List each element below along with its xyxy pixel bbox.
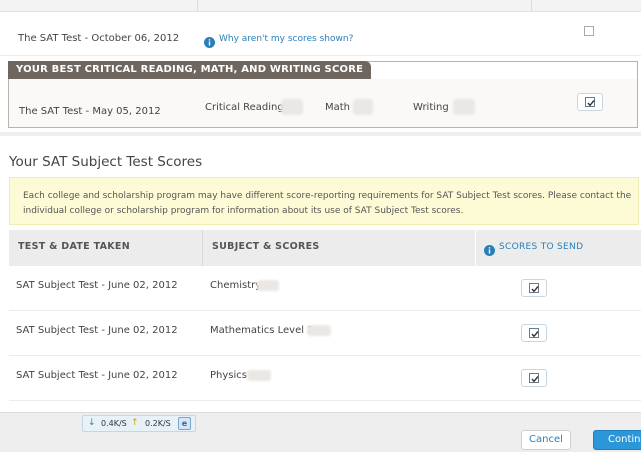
table-row: The SAT Test - October 06, 2012 Why aren… <box>0 12 641 56</box>
subject-score-redacted <box>257 280 279 291</box>
send-score-checkbox[interactable] <box>584 26 594 36</box>
test-name: SAT Subject Test - June 02, 2012 <box>16 325 178 336</box>
math-score-redacted <box>353 99 373 115</box>
column-divider <box>531 0 532 12</box>
column-divider <box>197 0 198 12</box>
subject-scores-title: Your SAT Subject Test Scores <box>9 154 203 170</box>
download-arrow-icon: ↓ <box>88 418 96 428</box>
test-name: SAT Subject Test - June 02, 2012 <box>16 280 178 291</box>
check-icon <box>587 100 595 107</box>
continue-button[interactable]: Continue <box>593 430 641 450</box>
check-icon <box>531 286 539 293</box>
column-divider <box>475 230 476 266</box>
column-header-scores-to-send: SCORES TO SEND <box>499 242 584 252</box>
writing-label: Writing <box>413 102 449 113</box>
download-speed: 0.4K/S <box>101 419 127 428</box>
info-icon <box>204 33 215 52</box>
column-header-subject: SUBJECT & SCORES <box>212 241 320 252</box>
subject-scores-notice: Each college and scholarship program may… <box>9 177 639 225</box>
check-icon <box>531 376 539 383</box>
send-score-checkbox[interactable] <box>529 283 539 293</box>
send-score-checkbox-wrapper[interactable] <box>521 324 547 342</box>
subject-name: Physics <box>210 370 247 381</box>
critical-reading-label: Critical Reading <box>205 102 284 113</box>
why-scores-not-shown-link[interactable]: Why aren't my scores shown? <box>219 34 353 44</box>
best-score-section: YOUR BEST CRITICAL READING, MATH, AND WR… <box>8 61 638 128</box>
subject-name: Mathematics Level 2 <box>210 325 314 336</box>
send-score-checkbox[interactable] <box>585 97 595 107</box>
browser-icon[interactable]: e <box>178 417 191 430</box>
info-icon[interactable] <box>484 241 495 260</box>
column-header-test-date: TEST & DATE TAKEN <box>18 241 130 252</box>
subject-name: Chemistry <box>210 280 262 291</box>
send-score-checkbox-wrapper[interactable] <box>577 93 603 111</box>
upload-arrow-icon: ↑ <box>131 418 139 428</box>
math-label: Math <box>325 102 351 113</box>
upload-speed: 0.2K/S <box>145 419 171 428</box>
table-row: SAT Subject Test - June 02, 2012 Physics <box>9 356 641 401</box>
subject-table-header: TEST & DATE TAKEN SUBJECT & SCORES SCORE… <box>9 230 641 266</box>
test-name: The SAT Test - October 06, 2012 <box>18 33 180 44</box>
network-speed-widget[interactable]: ↓ 0.4K/S ↑ 0.2K/S e <box>82 415 196 432</box>
send-score-checkbox-wrapper[interactable] <box>521 369 547 387</box>
best-score-header: YOUR BEST CRITICAL READING, MATH, AND WR… <box>8 61 372 79</box>
column-divider <box>202 230 203 266</box>
table-row: SAT Subject Test - June 02, 2012 Chemist… <box>9 266 641 311</box>
section-separator <box>0 132 641 136</box>
table-row: SAT Subject Test - June 02, 2012 Mathema… <box>9 311 641 356</box>
best-score-row: The SAT Test - May 05, 2012 Critical Rea… <box>9 79 637 127</box>
send-score-checkbox[interactable] <box>529 373 539 383</box>
writing-score-redacted <box>453 99 475 115</box>
cancel-button[interactable]: Cancel <box>521 430 571 450</box>
table-top-strip <box>0 0 641 12</box>
subject-score-redacted <box>247 370 271 381</box>
check-icon <box>531 331 539 338</box>
critical-reading-score-redacted <box>281 99 303 115</box>
test-name: SAT Subject Test - June 02, 2012 <box>16 370 178 381</box>
subject-score-redacted <box>307 325 331 336</box>
test-name: The SAT Test - May 05, 2012 <box>19 106 161 117</box>
send-score-checkbox[interactable] <box>529 328 539 338</box>
send-score-checkbox-wrapper[interactable] <box>521 279 547 297</box>
